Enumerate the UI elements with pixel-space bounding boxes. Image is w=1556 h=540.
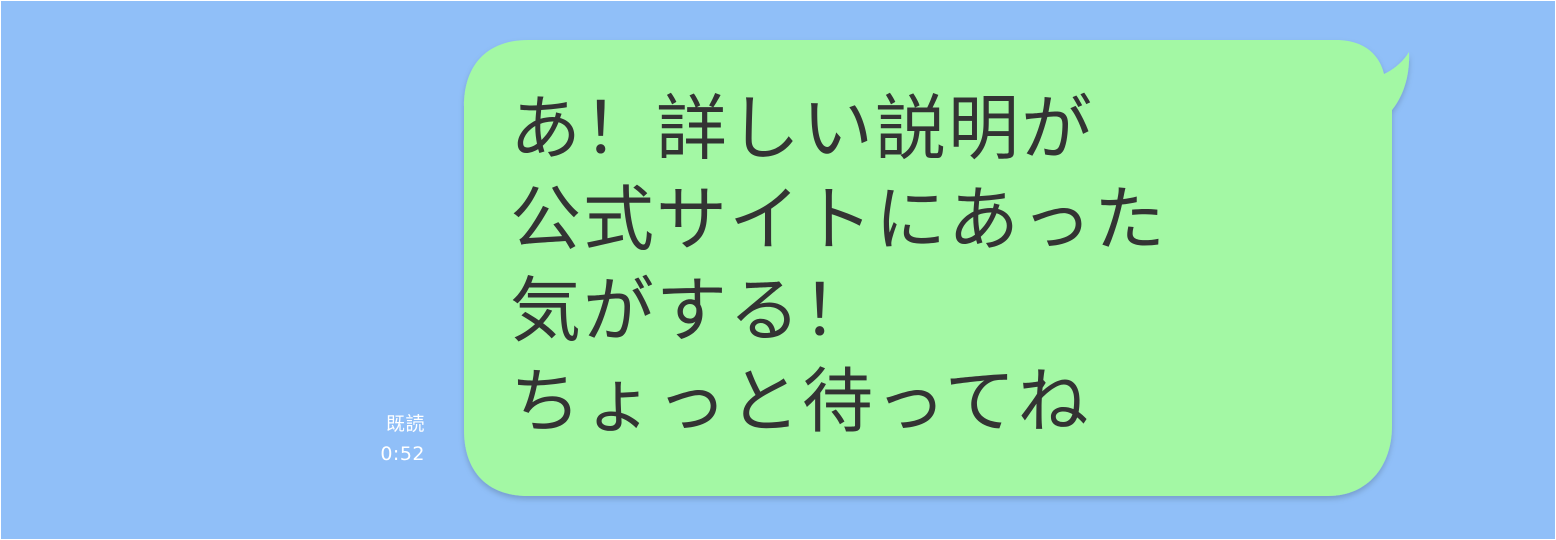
chat-area: 既読 0:52 あ！詳しい説明が 公式サイトにあった 気がする！ ちょっと待って…	[1, 1, 1555, 539]
message-time: 0:52	[380, 443, 425, 465]
message-text: あ！詳しい説明が 公式サイトにあった 気がする！ ちょっと待ってね	[510, 83, 1380, 447]
message-meta: 既読 0:52	[361, 409, 425, 469]
message-line: 公式サイトにあった	[510, 178, 1168, 261]
message-line: ちょっと待ってね	[510, 360, 1091, 443]
message-line: 気がする！	[510, 269, 876, 352]
message-line: あ！詳しい説明が	[510, 87, 1095, 170]
message-bubble[interactable]: あ！詳しい説明が 公式サイトにあった 気がする！ ちょっと待ってね	[456, 40, 1411, 498]
read-status: 既読	[385, 413, 425, 435]
sent-message-row: 既読 0:52 あ！詳しい説明が 公式サイトにあった 気がする！ ちょっと待って…	[1, 1, 1555, 539]
